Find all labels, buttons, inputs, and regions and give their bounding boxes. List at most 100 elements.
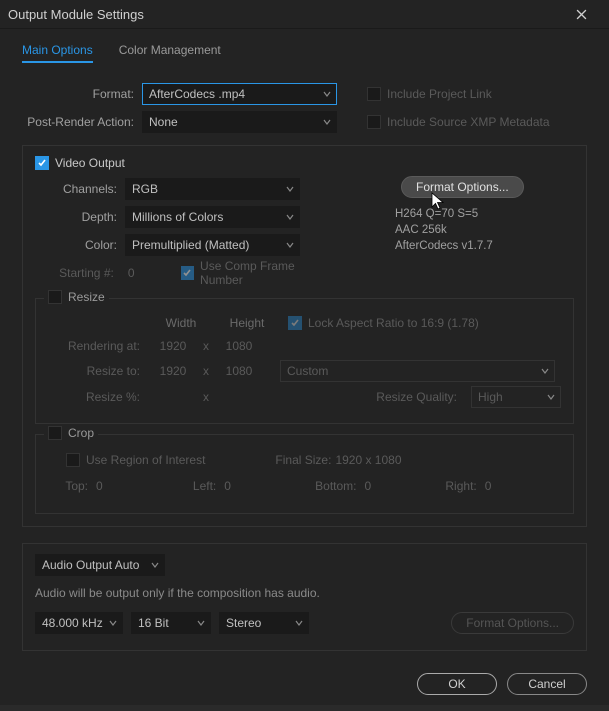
dialog-footer: OK Cancel bbox=[0, 663, 609, 711]
crop-checkbox[interactable] bbox=[48, 426, 62, 440]
resize-pct-label: Resize %: bbox=[48, 390, 148, 404]
depth-select[interactable]: Millions of Colors bbox=[125, 206, 300, 228]
include-project-link-checkbox[interactable] bbox=[367, 87, 381, 101]
x-label-3: x bbox=[198, 390, 214, 404]
chevron-down-icon bbox=[150, 559, 160, 573]
crop-bottom-label: Bottom: bbox=[305, 479, 365, 493]
crop-section: Crop Use Region of Interest Final Size: … bbox=[35, 434, 574, 514]
format-options-button[interactable]: Format Options... bbox=[401, 176, 524, 198]
resize-width: 1920 bbox=[148, 364, 198, 378]
crop-top-value: 0 bbox=[96, 479, 103, 493]
chevron-down-icon bbox=[285, 183, 295, 197]
resize-preset-select[interactable]: Custom bbox=[280, 360, 555, 382]
video-output-section: Video Output Channels: RGB Depth: Mil bbox=[22, 145, 587, 527]
crop-label: Crop bbox=[68, 426, 94, 440]
post-render-action-select[interactable]: None bbox=[142, 111, 337, 133]
resize-section: Resize Width Height Lock Aspect Ratio to… bbox=[35, 298, 574, 424]
lock-aspect-label: Lock Aspect Ratio to 16:9 (1.78) bbox=[308, 316, 479, 330]
chevron-down-icon bbox=[546, 391, 556, 405]
video-output-checkbox[interactable] bbox=[35, 156, 49, 170]
ok-button[interactable]: OK bbox=[417, 673, 497, 695]
audio-channels-select[interactable]: Stereo bbox=[219, 612, 309, 634]
crop-top-label: Top: bbox=[48, 479, 96, 493]
starting-number-label: Starting #: bbox=[35, 266, 122, 280]
channels-label: Channels: bbox=[35, 182, 125, 196]
resize-to-label: Resize to: bbox=[48, 364, 148, 378]
resize-label: Resize bbox=[68, 290, 105, 304]
rendering-at-label: Rendering at: bbox=[48, 339, 148, 353]
audio-bit-select[interactable]: 16 Bit bbox=[131, 612, 211, 634]
window-title: Output Module Settings bbox=[8, 7, 561, 22]
rendering-width: 1920 bbox=[148, 339, 198, 353]
width-header: Width bbox=[156, 316, 206, 330]
video-output-label: Video Output bbox=[55, 156, 125, 170]
format-select[interactable]: AfterCodecs .mp4 bbox=[142, 83, 337, 105]
use-comp-frame-number-checkbox[interactable] bbox=[181, 266, 195, 280]
audio-output-mode-value: Audio Output Auto bbox=[42, 558, 139, 572]
chevron-down-icon bbox=[322, 116, 332, 130]
chevron-down-icon bbox=[108, 617, 118, 631]
include-xmp-checkbox[interactable] bbox=[367, 115, 381, 129]
channels-select[interactable]: RGB bbox=[125, 178, 300, 200]
final-size-label: Final Size: bbox=[275, 453, 331, 467]
tab-color-management[interactable]: Color Management bbox=[119, 43, 221, 63]
audio-format-options-button[interactable]: Format Options... bbox=[451, 612, 574, 634]
titlebar: Output Module Settings bbox=[0, 0, 609, 29]
format-value: AfterCodecs .mp4 bbox=[149, 87, 245, 101]
resize-height: 1080 bbox=[214, 364, 264, 378]
format-label: Format: bbox=[22, 87, 142, 101]
post-render-action-value: None bbox=[149, 115, 178, 129]
output-module-settings-dialog: Output Module Settings Main Options Colo… bbox=[0, 0, 609, 705]
codec-line-1: H264 Q=70 S=5 bbox=[395, 206, 574, 222]
include-xmp-label: Include Source XMP Metadata bbox=[387, 115, 550, 129]
starting-number-value: 0 bbox=[122, 266, 161, 280]
chevron-down-icon bbox=[294, 617, 304, 631]
audio-rate-select[interactable]: 48.000 kHz bbox=[35, 612, 123, 634]
chevron-down-icon bbox=[322, 88, 332, 102]
tab-main-options[interactable]: Main Options bbox=[22, 43, 93, 63]
audio-output-section: Audio Output Auto Audio will be output o… bbox=[22, 543, 587, 651]
codec-info: H264 Q=70 S=5 AAC 256k AfterCodecs v1.7.… bbox=[395, 206, 574, 254]
resize-quality-value: High bbox=[478, 390, 503, 404]
rendering-height: 1080 bbox=[214, 339, 264, 353]
depth-value: Millions of Colors bbox=[132, 210, 223, 224]
use-region-checkbox[interactable] bbox=[66, 453, 80, 467]
color-value: Premultiplied (Matted) bbox=[132, 238, 249, 252]
audio-rate-value: 48.000 kHz bbox=[42, 616, 103, 630]
crop-bottom-value: 0 bbox=[365, 479, 372, 493]
crop-right-value: 0 bbox=[485, 479, 492, 493]
final-size-value: 1920 x 1080 bbox=[335, 453, 401, 467]
color-label: Color: bbox=[35, 238, 125, 252]
audio-channels-value: Stereo bbox=[226, 616, 261, 630]
use-comp-frame-number-label: Use Comp Frame Number bbox=[200, 259, 335, 287]
codec-line-3: AfterCodecs v1.7.7 bbox=[395, 238, 574, 254]
audio-output-mode-select[interactable]: Audio Output Auto bbox=[35, 554, 165, 576]
chevron-down-icon bbox=[540, 365, 550, 379]
close-button[interactable] bbox=[561, 0, 601, 28]
lock-aspect-checkbox[interactable] bbox=[288, 316, 302, 330]
crop-left-value: 0 bbox=[224, 479, 231, 493]
resize-quality-select[interactable]: High bbox=[471, 386, 561, 408]
audio-bit-value: 16 Bit bbox=[138, 616, 169, 630]
resize-checkbox[interactable] bbox=[48, 290, 62, 304]
chevron-down-icon bbox=[285, 211, 295, 225]
post-render-action-label: Post-Render Action: bbox=[22, 115, 142, 129]
audio-note: Audio will be output only if the composi… bbox=[35, 586, 574, 600]
use-region-label: Use Region of Interest bbox=[86, 453, 205, 467]
codec-line-2: AAC 256k bbox=[395, 222, 574, 238]
chevron-down-icon bbox=[285, 239, 295, 253]
cancel-button[interactable]: Cancel bbox=[507, 673, 587, 695]
height-header: Height bbox=[222, 316, 272, 330]
chevron-down-icon bbox=[196, 617, 206, 631]
crop-left-label: Left: bbox=[176, 479, 224, 493]
close-icon bbox=[576, 9, 587, 20]
x-label-2: x bbox=[198, 364, 214, 378]
resize-quality-label: Resize Quality: bbox=[376, 390, 465, 404]
depth-label: Depth: bbox=[35, 210, 125, 224]
crop-right-label: Right: bbox=[433, 479, 485, 493]
tabs: Main Options Color Management bbox=[22, 43, 587, 63]
color-select[interactable]: Premultiplied (Matted) bbox=[125, 234, 300, 256]
resize-preset-value: Custom bbox=[287, 364, 328, 378]
channels-value: RGB bbox=[132, 182, 158, 196]
x-label: x bbox=[198, 339, 214, 353]
